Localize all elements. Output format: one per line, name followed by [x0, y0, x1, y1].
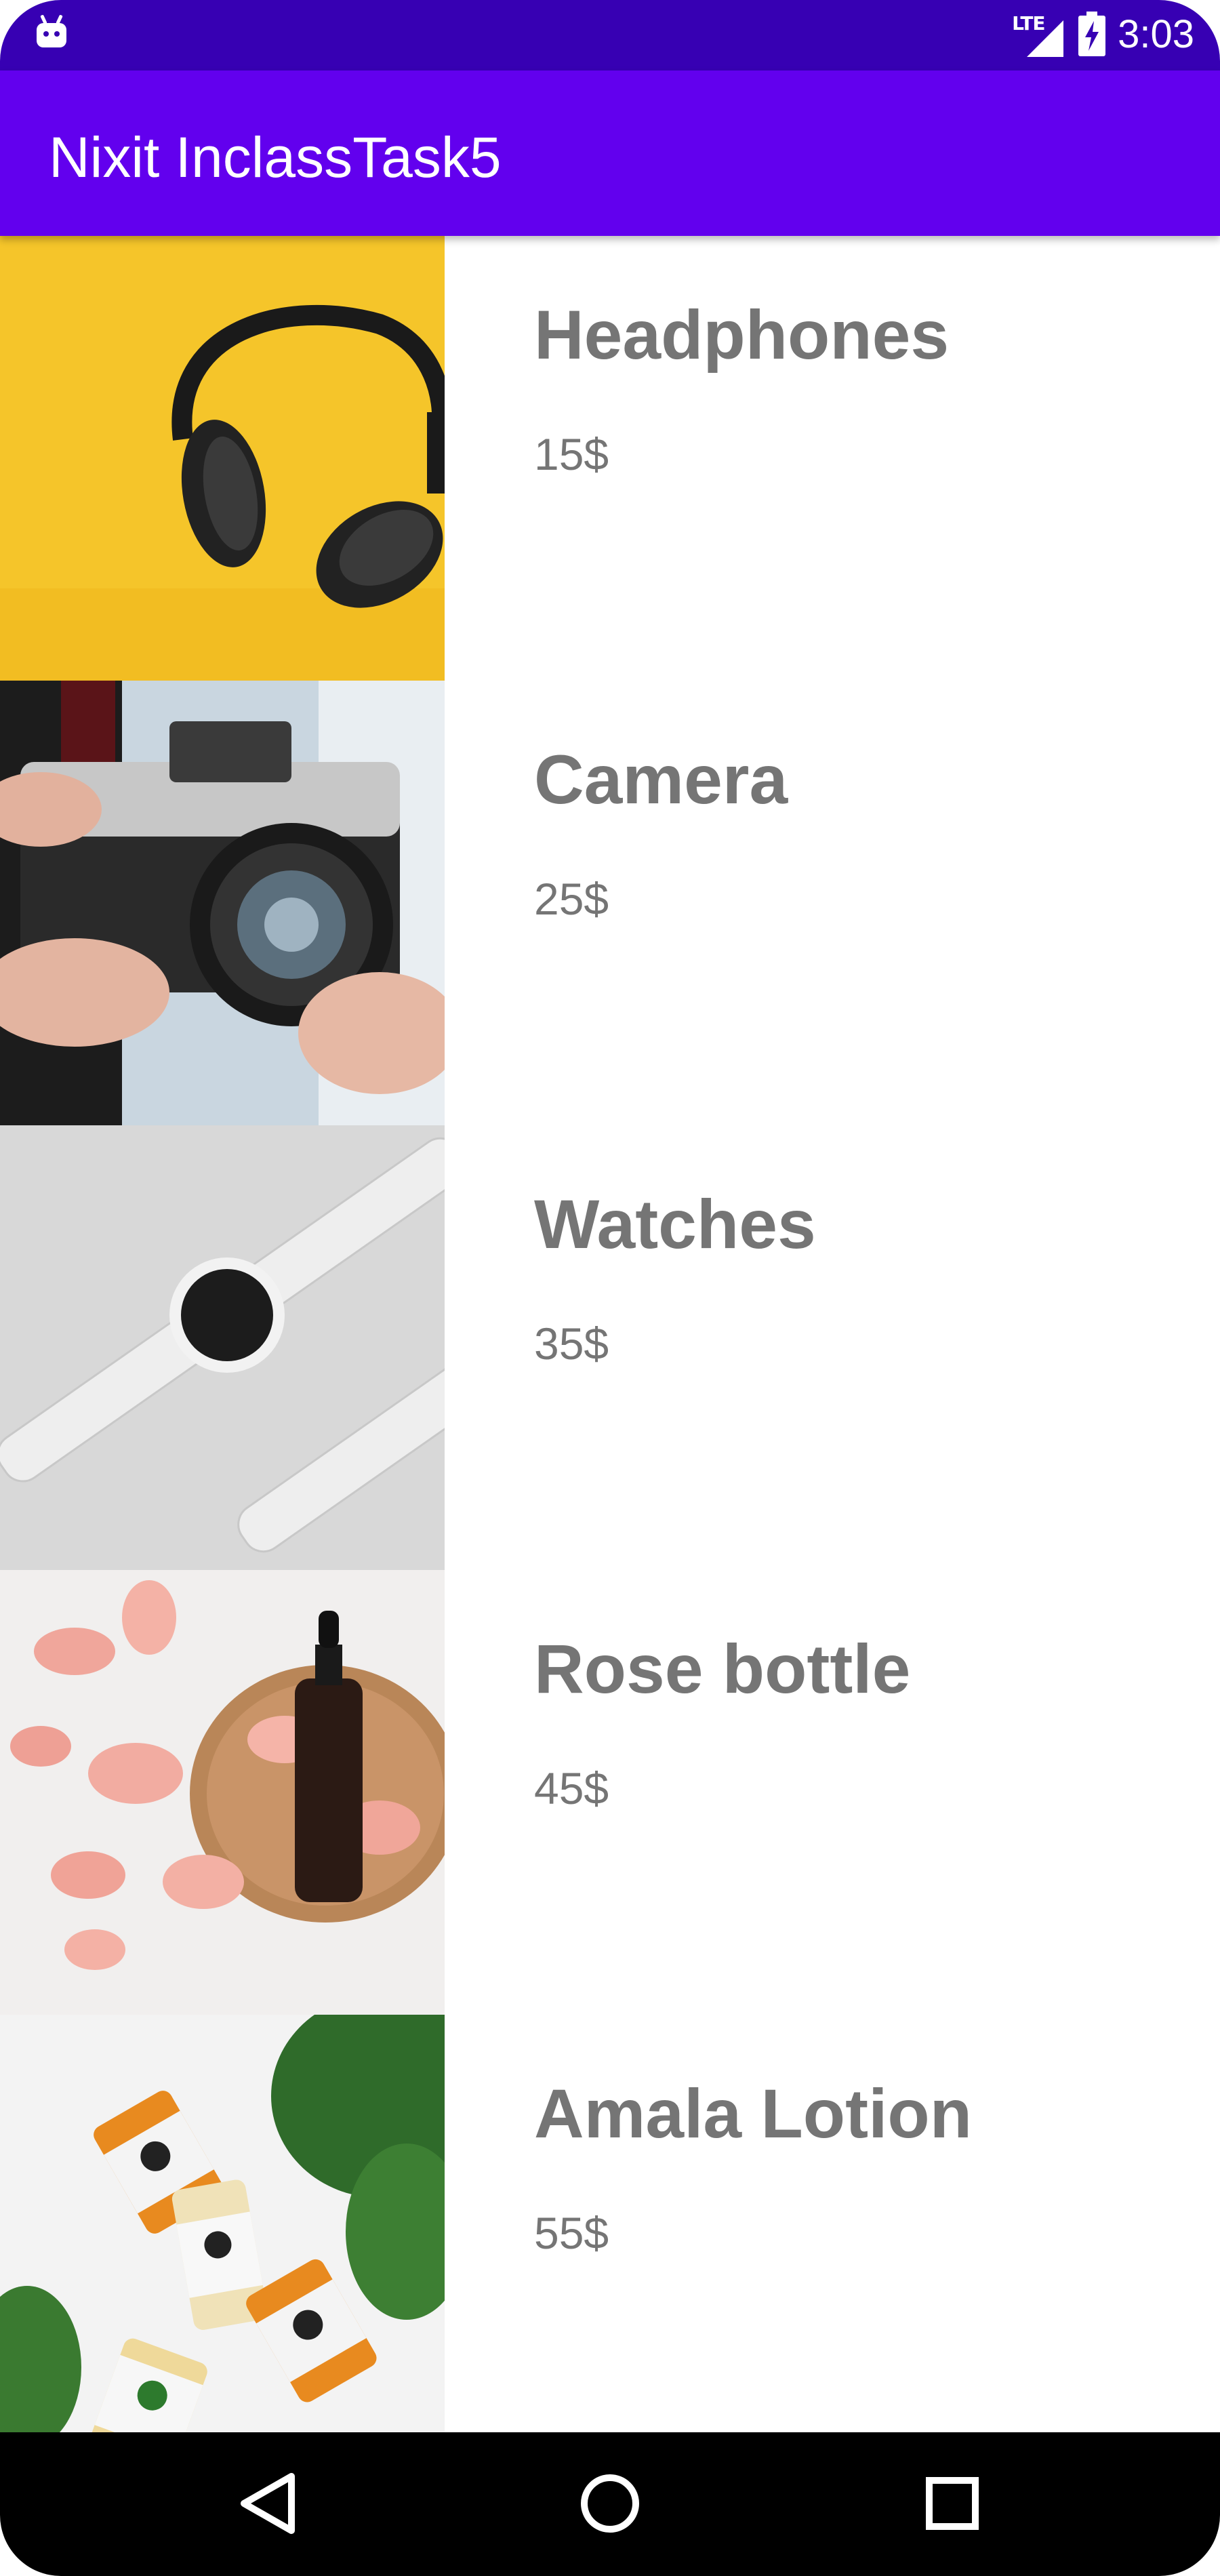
list-item[interactable]: Headphones 15$: [0, 236, 1220, 681]
product-name: Watches: [534, 1186, 816, 1263]
signal-icon: LTE: [1012, 9, 1066, 58]
navigation-bar: [0, 2432, 1220, 2576]
recents-icon[interactable]: [908, 2459, 996, 2548]
product-name: Camera: [534, 741, 788, 818]
android-notification-icon: [37, 15, 66, 47]
back-icon[interactable]: [224, 2459, 312, 2548]
app-title: Nixit InclassTask5: [49, 125, 502, 189]
camera-image: [0, 681, 445, 1125]
list-item[interactable]: Rose bottle 45$: [0, 1570, 1220, 2015]
product-name: Rose bottle: [534, 1630, 911, 1708]
list-item[interactable]: Camera 25$: [0, 681, 1220, 1125]
product-price: 45$: [534, 1763, 609, 1813]
app-screen: LTE 3:03 Nixit InclassTask5 Headphones 1…: [0, 0, 1220, 2576]
lotion-image: [0, 2015, 445, 2459]
status-icons: LTE 3:03: [1012, 9, 1194, 58]
list-item[interactable]: Watches 35$: [0, 1125, 1220, 1570]
battery-charging-icon: [1078, 12, 1106, 56]
product-price: 35$: [534, 1319, 609, 1369]
product-name: Headphones: [534, 296, 950, 374]
product-price: 55$: [534, 2208, 609, 2258]
headphones-image: [0, 236, 445, 681]
product-price: 25$: [534, 874, 609, 924]
list-item[interactable]: Amala Lotion 55$: [0, 2015, 1220, 2459]
app-bar: Nixit InclassTask5: [0, 71, 1220, 236]
status-bar: LTE 3:03: [0, 0, 1220, 71]
rose-bottle-image: [0, 1570, 445, 2015]
product-list[interactable]: Headphones 15$ Camera 25$ Watches 35$ Ro…: [0, 236, 1220, 2459]
product-name: Amala Lotion: [534, 2075, 973, 2152]
status-clock: 3:03: [1118, 12, 1194, 56]
watches-image: [0, 1125, 445, 1570]
home-icon[interactable]: [566, 2459, 654, 2548]
product-price: 15$: [534, 429, 609, 479]
